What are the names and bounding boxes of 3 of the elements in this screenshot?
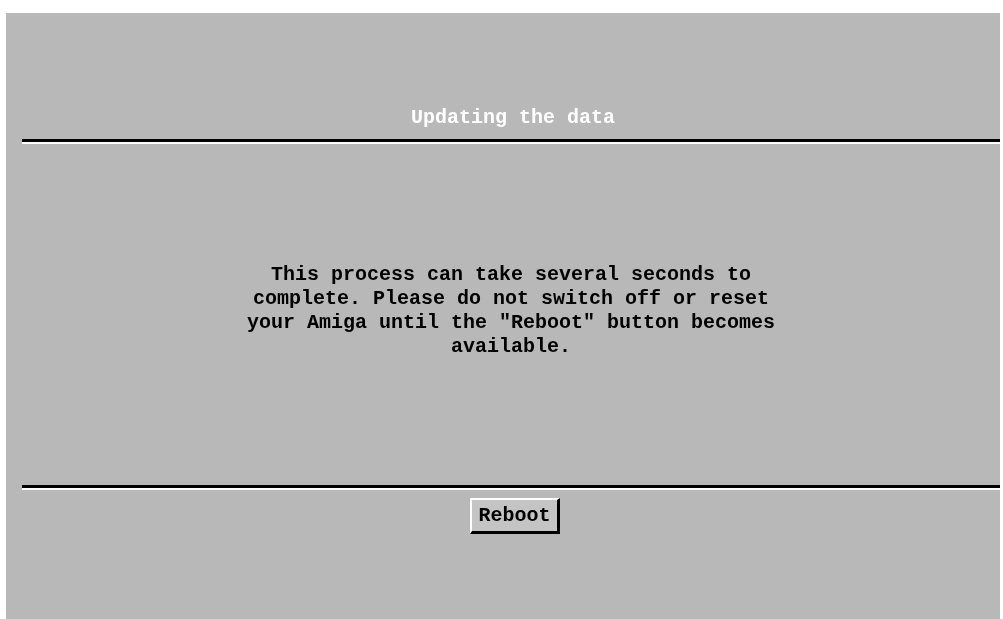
screen-title: Updating the data [409, 105, 616, 131]
message-text: This process can take several seconds to complete. Please do not switch off or reset your Amiga until the "Reboot" button becomes available. [245, 262, 777, 359]
reboot-button[interactable]: Reboot [470, 498, 560, 534]
